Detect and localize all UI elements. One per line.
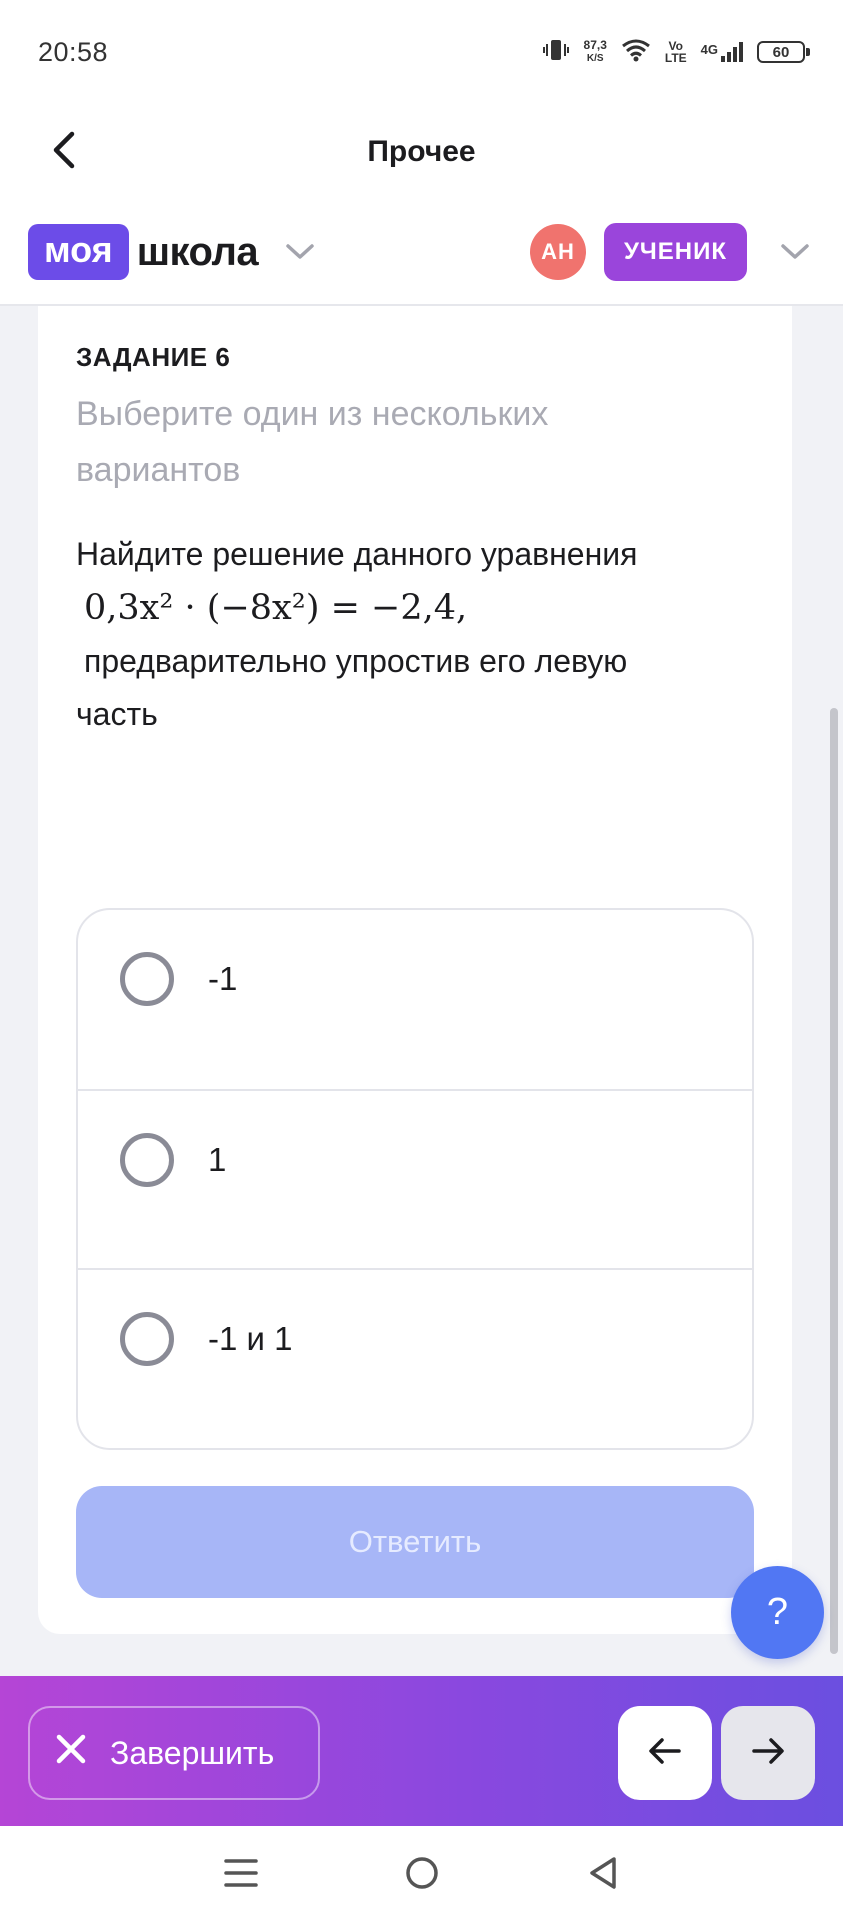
finish-button[interactable]: Завершить (28, 1706, 320, 1800)
school-bar: моя школа АН УЧЕНИК (0, 200, 843, 306)
volte-indicator: Vo LTE (665, 40, 687, 64)
radio-button-icon[interactable] (120, 1133, 174, 1187)
profile-dropdown-chevron-icon[interactable] (775, 232, 815, 272)
wifi-icon (621, 38, 651, 67)
net-speed: 87,3 K/S (584, 39, 607, 65)
home-icon[interactable] (392, 1843, 452, 1903)
back-button[interactable] (40, 128, 88, 176)
help-button[interactable]: ? (731, 1566, 824, 1659)
network-type: 4G (700, 42, 718, 57)
task-hint: Выберите один из нескольких вариантов (76, 395, 549, 489)
close-icon (54, 1732, 88, 1774)
school-dropdown-chevron-icon[interactable] (280, 232, 320, 272)
role-badge[interactable]: УЧЕНИК (603, 223, 747, 281)
next-task-button[interactable] (721, 1706, 815, 1800)
volte-bottom: LTE (664, 51, 687, 65)
signal-icon: 4G (701, 42, 743, 62)
system-nav-bar (0, 1826, 843, 1920)
net-speed-value: 87,3 (583, 38, 607, 52)
status-icons: 87,3 K/S Vo LTE 4G 60 (542, 37, 810, 68)
avatar[interactable]: АН (529, 224, 586, 280)
option-label: -1 (208, 960, 238, 997)
vibrate-icon (542, 37, 570, 68)
page-title: Прочее (367, 135, 476, 168)
app-header: Прочее (0, 104, 843, 200)
option-label: -1 и 1 (208, 1320, 293, 1357)
radio-button-icon[interactable] (120, 1312, 174, 1366)
logo-part-shkola: школа (136, 229, 259, 274)
answer-options: -1 1 -1 и 1 (76, 908, 754, 1450)
menu-icon[interactable] (211, 1843, 271, 1903)
option-item[interactable]: -1 и 1 (78, 1268, 752, 1447)
question-tail: предварительно упростив его левую часть (76, 643, 628, 732)
battery-level: 60 (772, 43, 790, 61)
task-card: ЗАДАНИЕ 6 Выберите один из нескольких ва… (38, 306, 792, 1634)
task-number: ЗАДАНИЕ 6 (76, 342, 231, 372)
task-question: Найдите решение данного уравнения 0,3x² … (76, 528, 716, 741)
arrow-right-icon (751, 1737, 785, 1770)
battery-icon: 60 (757, 41, 810, 63)
screen: 20:58 87,3 K/S Vo LTE 4G 60 Прочее моя ш… (0, 0, 843, 1920)
option-label: 1 (208, 1141, 227, 1178)
chevron-left-icon (51, 130, 77, 175)
bottom-action-bar: Завершить (0, 1676, 843, 1826)
finish-label: Завершить (110, 1734, 275, 1771)
option-item[interactable]: 1 (78, 1089, 752, 1268)
net-speed-unit: K/S (586, 53, 604, 64)
question-intro: Найдите решение данного уравнения (76, 536, 638, 572)
submit-answer-button[interactable]: Ответить (76, 1486, 754, 1598)
school-logo[interactable]: моя школа (28, 224, 259, 280)
equation: 0,3x² · (−8x²) = −2,4, (84, 588, 468, 628)
status-time: 20:58 (38, 36, 109, 67)
scrollbar[interactable] (830, 708, 838, 1654)
option-item[interactable]: -1 (78, 910, 752, 1089)
status-bar: 20:58 87,3 K/S Vo LTE 4G 60 (0, 0, 843, 104)
arrow-left-icon (648, 1737, 682, 1770)
back-triangle-icon[interactable] (573, 1843, 633, 1903)
previous-task-button[interactable] (618, 1706, 712, 1800)
logo-part-moya: моя (28, 224, 129, 280)
radio-button-icon[interactable] (120, 952, 174, 1006)
